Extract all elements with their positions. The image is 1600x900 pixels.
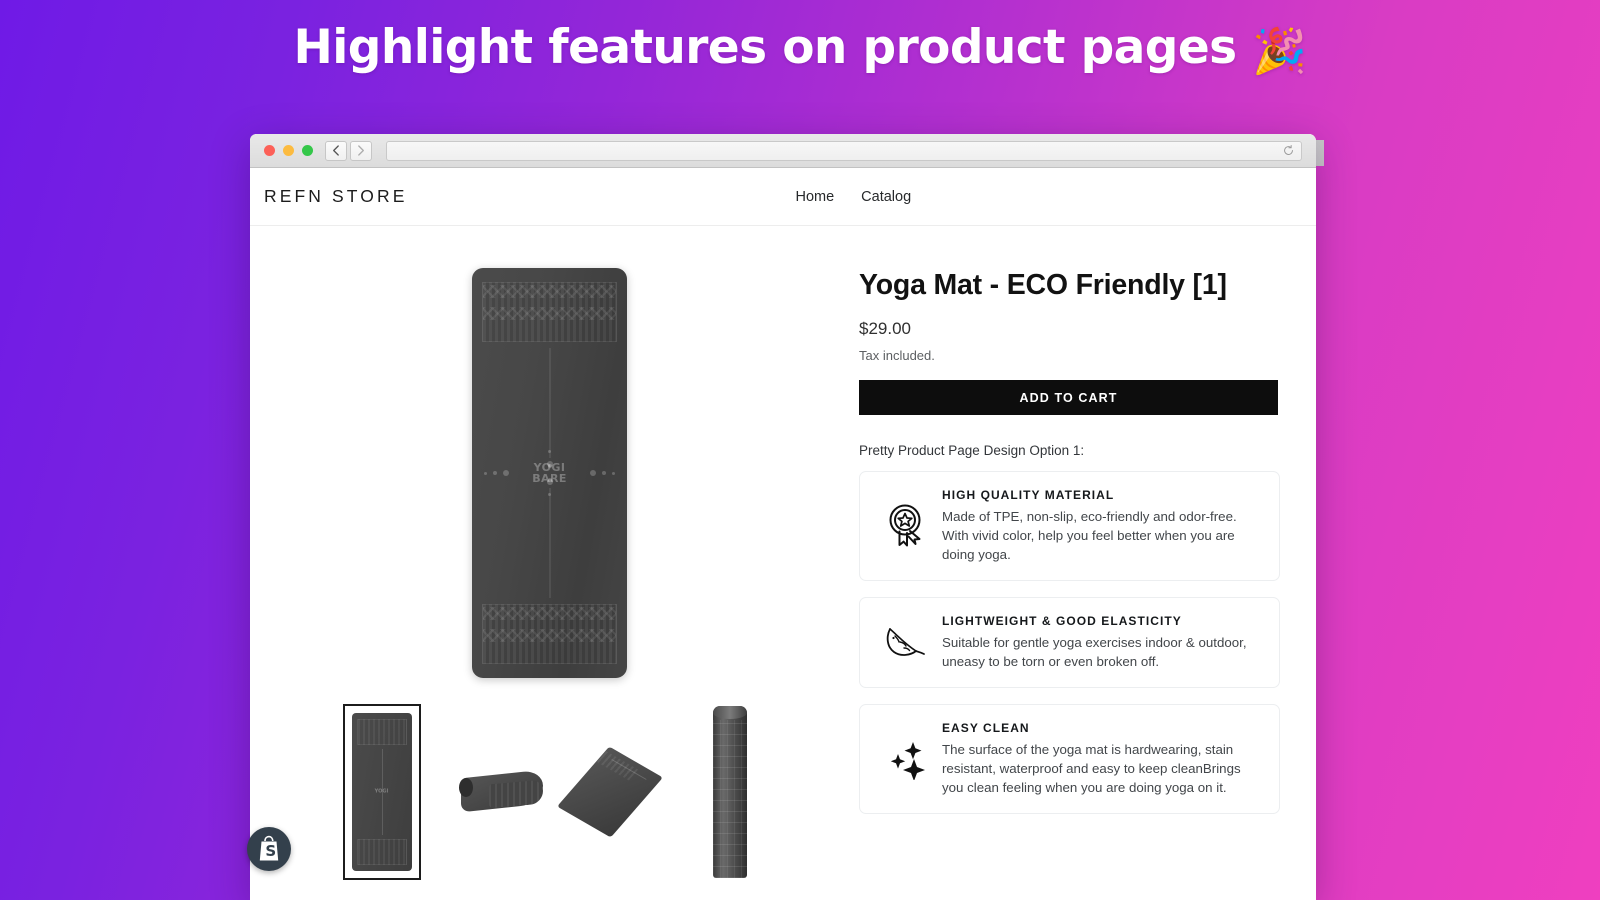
thumbnail-image: YOGI xyxy=(351,713,412,871)
navigation-buttons xyxy=(325,140,372,161)
mat-zigzag-top-b xyxy=(483,307,616,320)
award-badge-icon xyxy=(870,503,942,549)
mat-pattern-top xyxy=(482,282,617,342)
product-price: $29.00 xyxy=(859,319,911,339)
close-window-button[interactable] xyxy=(264,145,275,156)
promo-banner-stage: Highlight features on product pages 🎉 + xyxy=(0,0,1600,900)
mat-zigzag-bottom-b xyxy=(483,629,616,642)
mat-zigzag-bottom-a xyxy=(483,607,616,620)
thumbnail-image xyxy=(458,766,543,818)
mat-pattern-bottom xyxy=(482,604,617,664)
shopify-bag-icon: S xyxy=(259,835,279,861)
feature-title: EASY CLEAN xyxy=(942,721,1030,736)
address-bar[interactable] xyxy=(386,140,1302,161)
party-popper-icon: 🎉 xyxy=(1252,26,1307,77)
svg-text:S: S xyxy=(265,842,276,860)
mat-alignment-line-top xyxy=(549,348,550,458)
feature-text: HIGH QUALITY MATERIAL Made of TPE, non-s… xyxy=(942,488,1261,564)
feature-description: The surface of the yoga mat is hardweari… xyxy=(942,742,1241,796)
feather-icon xyxy=(870,625,942,661)
feature-card: LIGHTWEIGHT & GOOD ELASTICITY Suitable f… xyxy=(859,597,1280,689)
browser-window: REFN STORE Home Catalog YOGI BARE YOGI Y… xyxy=(250,134,1316,900)
mat-zigzag-top-a xyxy=(483,285,616,298)
chevron-left-icon xyxy=(333,145,339,156)
sparkles-icon xyxy=(870,738,942,781)
feature-title: HIGH QUALITY MATERIAL xyxy=(942,488,1115,503)
feature-card-list: HIGH QUALITY MATERIAL Made of TPE, non-s… xyxy=(859,471,1280,815)
mat-brand-logo: YOGI BARE xyxy=(472,462,627,484)
product-gallery: YOGI BARE YOGI xyxy=(250,268,845,899)
store-header: REFN STORE Home Catalog xyxy=(250,168,1316,226)
maximize-window-button[interactable] xyxy=(302,145,313,156)
thumbnail-strip: YOGI xyxy=(331,704,769,880)
headline-text: Highlight features on product pages xyxy=(293,20,1238,75)
minimize-window-button[interactable] xyxy=(283,145,294,156)
thumbnail-mat-rolled[interactable] xyxy=(690,704,769,880)
feature-text: LIGHTWEIGHT & GOOD ELASTICITY Suitable f… xyxy=(942,614,1261,671)
thumbnail-brand: YOGI xyxy=(374,788,389,795)
thumbnail-mat-angled[interactable] xyxy=(556,704,663,880)
nav-item-home[interactable]: Home xyxy=(795,189,834,205)
product-hero-image[interactable]: YOGI BARE xyxy=(472,268,627,678)
shopify-badge[interactable]: S xyxy=(247,827,291,871)
thumbnail-mat-folded[interactable] xyxy=(458,704,543,880)
feature-description: Suitable for gentle yoga exercises indoo… xyxy=(942,635,1247,670)
mat-brand-line-2: BARE xyxy=(532,472,567,485)
product-page: YOGI BARE YOGI Yoga Mat - ECO Friendly [… xyxy=(250,226,1316,899)
feature-card: EASY CLEAN The surface of the yoga mat i… xyxy=(859,704,1280,815)
back-button[interactable] xyxy=(325,140,347,161)
thumbnail-mat-flat-front[interactable]: YOGI xyxy=(342,704,421,880)
mat-alignment-line-bottom xyxy=(549,488,550,598)
product-info: Yoga Mat - ECO Friendly [1] $29.00 Tax i… xyxy=(845,268,1300,899)
product-title: Yoga Mat - ECO Friendly [1] xyxy=(859,269,1227,301)
window-controls xyxy=(264,145,313,156)
main-navigation: Home Catalog xyxy=(795,189,911,205)
design-option-label: Pretty Product Page Design Option 1: xyxy=(859,443,1085,459)
thumbnail-image xyxy=(556,743,663,838)
store-logo[interactable]: REFN STORE xyxy=(264,186,407,207)
feature-description: Made of TPE, non-slip, eco-friendly and … xyxy=(942,509,1237,563)
feature-text: EASY CLEAN The surface of the yoga mat i… xyxy=(942,721,1261,797)
hero-image-wrap: YOGI BARE xyxy=(320,268,780,678)
feature-title: LIGHTWEIGHT & GOOD ELASTICITY xyxy=(942,614,1182,629)
chevron-right-icon xyxy=(358,145,364,156)
forward-button[interactable] xyxy=(350,140,372,161)
browser-toolbar xyxy=(250,134,1316,168)
tax-note: Tax included. xyxy=(859,348,935,364)
add-to-cart-button[interactable]: ADD TO CART xyxy=(859,380,1278,416)
reload-icon xyxy=(1284,145,1293,155)
nav-item-catalog[interactable]: Catalog xyxy=(861,189,911,205)
page-title: Highlight features on product pages 🎉 xyxy=(0,22,1600,76)
thumbnail-image xyxy=(712,706,747,878)
feature-card: HIGH QUALITY MATERIAL Made of TPE, non-s… xyxy=(859,471,1280,582)
